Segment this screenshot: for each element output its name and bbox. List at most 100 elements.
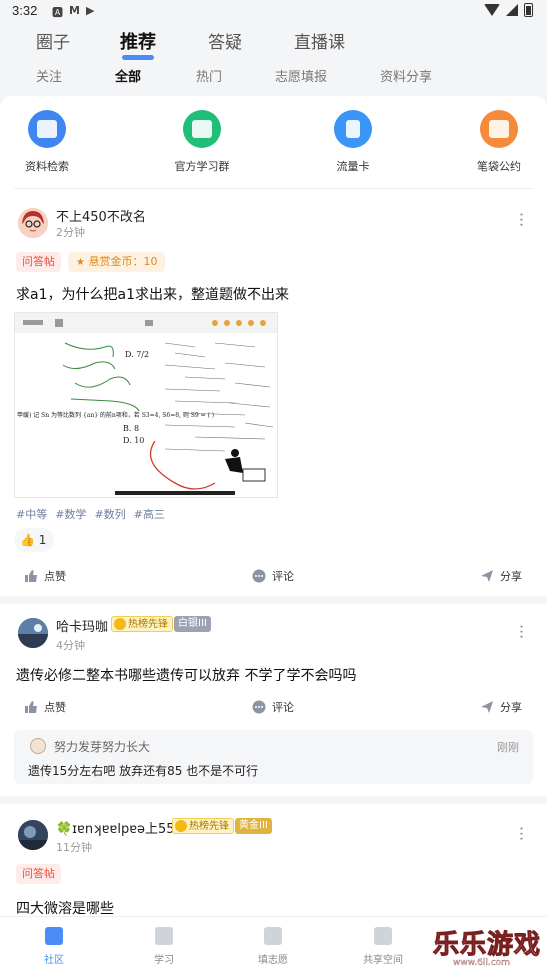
status-time: 3:32 [12,3,38,18]
notification-a-icon: 🅰 [52,6,63,19]
shortcut-resource-search[interactable]: 资料检索 [7,110,87,174]
comment-icon [252,569,266,583]
post-title[interactable]: 四大微溶是哪些 [16,898,114,916]
comment-label: 评论 [272,701,294,714]
commenter-avatar [30,738,46,754]
post-title[interactable]: 遗传必修二整本书哪些遗传可以放弃 不学了学不会吗吗 [16,665,356,685]
hashtag[interactable]: #中等 [16,506,47,522]
reaction-count[interactable]: 👍 1 [14,528,55,552]
avatar[interactable] [18,208,48,238]
shortcut-label: 笔袋公约 [477,160,521,173]
share-button[interactable]: 分享 [480,699,522,715]
hashtags: #中等 #数学 #数列 #高三 [16,506,165,522]
rank-badge: 黄金III [235,818,272,834]
commenter-name[interactable]: 努力发芽努力长大 [54,738,150,755]
comment-label: 评论 [272,570,294,583]
subtab-volunteer[interactable]: 志愿填报 [275,66,327,85]
svg-text:D. 10: D. 10 [123,436,144,445]
post-time: 4分钟 [56,639,85,652]
watermark-logo: 乐乐游戏 www.6ll.com [429,918,547,974]
share-label: 分享 [500,570,522,583]
more-options-icon[interactable]: ··· [512,212,531,227]
hot-list-badge: 热榜先锋 [111,616,173,632]
subtab-resources[interactable]: 资料分享 [380,66,432,85]
tab-qa[interactable]: 答疑 [208,28,242,53]
handwritten-math-image: D. 7/2 B. 8 D. 10 甲缓) 记 Sn 为等比数列 {an} 的前… [15,313,277,495]
comment-time: 刚刚 [497,741,519,754]
nav-volunteer[interactable]: 填志愿 [233,927,313,966]
svg-text:B. 8: B. 8 [123,424,139,433]
watermark-url: www.6ll.com [453,958,510,968]
play-icon: ▶ [85,4,95,17]
reaction-number: 1 [38,533,47,547]
tab-active-indicator [122,55,154,60]
post-divider [0,796,547,804]
avatar-landscape-icon [18,618,48,648]
subtab-all[interactable]: 全部 [115,66,141,85]
shortcut-data-card[interactable]: 流量卡 [313,110,393,174]
subtab-follow[interactable]: 关注 [36,66,62,85]
thumbs-up-icon [25,701,37,713]
chat-group-icon [183,110,221,148]
like-label: 点赞 [44,570,66,583]
share-icon [481,570,493,582]
star-icon: ★ [76,257,85,268]
status-bar: 3:32 🅰 M ▶ [0,0,547,22]
shortcut-pen-bag-pact[interactable]: 笔袋公约 [459,110,539,174]
post-title[interactable]: 求a1，为什么把a1求出来，整道题做不出来 [16,284,289,304]
file-search-icon [28,110,66,148]
problem-text: 甲缓) 记 Sn 为等比数列 {an} 的前n项和，若 S3=4, S6=8, … [17,411,214,419]
more-options-icon[interactable]: ··· [512,826,531,841]
tab-circle[interactable]: 圈子 [36,28,70,53]
thumbs-up-emoji-icon: 👍 [20,533,35,547]
post-author[interactable]: 🍀ɪɐnʞɐɐlpɐə上550 [56,818,183,837]
comment-icon [252,700,266,714]
shortcut-label: 官方学习群 [174,160,230,173]
book-icon [155,927,173,945]
top-comment[interactable]: 努力发芽努力长大 刚刚 遗传15分左右吧 放弃还有85 也不是不可行 [14,730,533,784]
post-author[interactable]: 哈卡玛咖 [56,616,108,635]
post-time: 2分钟 [56,226,85,239]
home-icon [45,927,63,945]
hashtag[interactable]: #数学 [55,506,86,522]
like-label: 点赞 [44,701,66,714]
reward-tag: ★ 悬赏金币：10 [68,252,166,272]
nav-community[interactable]: 社区 [14,927,94,966]
badge-text: 热榜先锋 [128,619,168,630]
svg-text:D. 7/2: D. 7/2 [125,350,149,359]
feed: 资料检索 官方学习群 流量卡 笔袋公约 不上450不改名 2分钟 ··· 问答帖… [0,96,547,916]
hashtag[interactable]: #高三 [134,506,165,522]
like-button[interactable]: 点赞 [24,699,66,715]
share-button[interactable]: 分享 [480,568,522,584]
post-image[interactable]: D. 7/2 B. 8 D. 10 甲缓) 记 Sn 为等比数列 {an} 的前… [14,312,278,498]
nav-label: 学习 [154,955,174,966]
qa-tag: 问答帖 [16,864,61,884]
tab-recommend[interactable]: 推荐 [120,28,156,60]
avatar[interactable] [18,618,48,648]
post-divider [0,596,547,604]
avatar[interactable] [18,820,48,850]
comment-button[interactable]: 评论 [252,699,294,715]
nav-shared-space[interactable]: 共享空间 [343,927,423,966]
subtab-hot[interactable]: 热门 [196,66,222,85]
folder-icon [374,927,392,945]
nav-label: 社区 [44,955,64,966]
hashtag[interactable]: #数列 [94,506,125,522]
comment-text: 遗传15分左右吧 放弃还有85 也不是不可行 [28,764,259,778]
shortcut-label: 流量卡 [336,160,370,173]
battery-icon [524,3,533,17]
post-time: 11分钟 [56,841,92,854]
more-options-icon[interactable]: ··· [512,624,531,639]
avatar-photo-icon [18,820,48,850]
post-author[interactable]: 不上450不改名 [56,206,146,225]
watermark-title: 乐乐游戏 [432,930,542,961]
status-notification-icons: 🅰 M ▶ [52,4,94,20]
nav-study[interactable]: 学习 [124,927,204,966]
like-button[interactable]: 点赞 [24,568,66,584]
qa-tag: 问答帖 [16,252,61,272]
shortcut-study-group[interactable]: 官方学习群 [162,110,242,174]
shortcut-row: 资料检索 官方学习群 流量卡 笔袋公约 [0,110,547,182]
badge-text: 热榜先锋 [189,821,229,832]
tab-live[interactable]: 直播课 [294,28,345,53]
comment-button[interactable]: 评论 [252,568,294,584]
